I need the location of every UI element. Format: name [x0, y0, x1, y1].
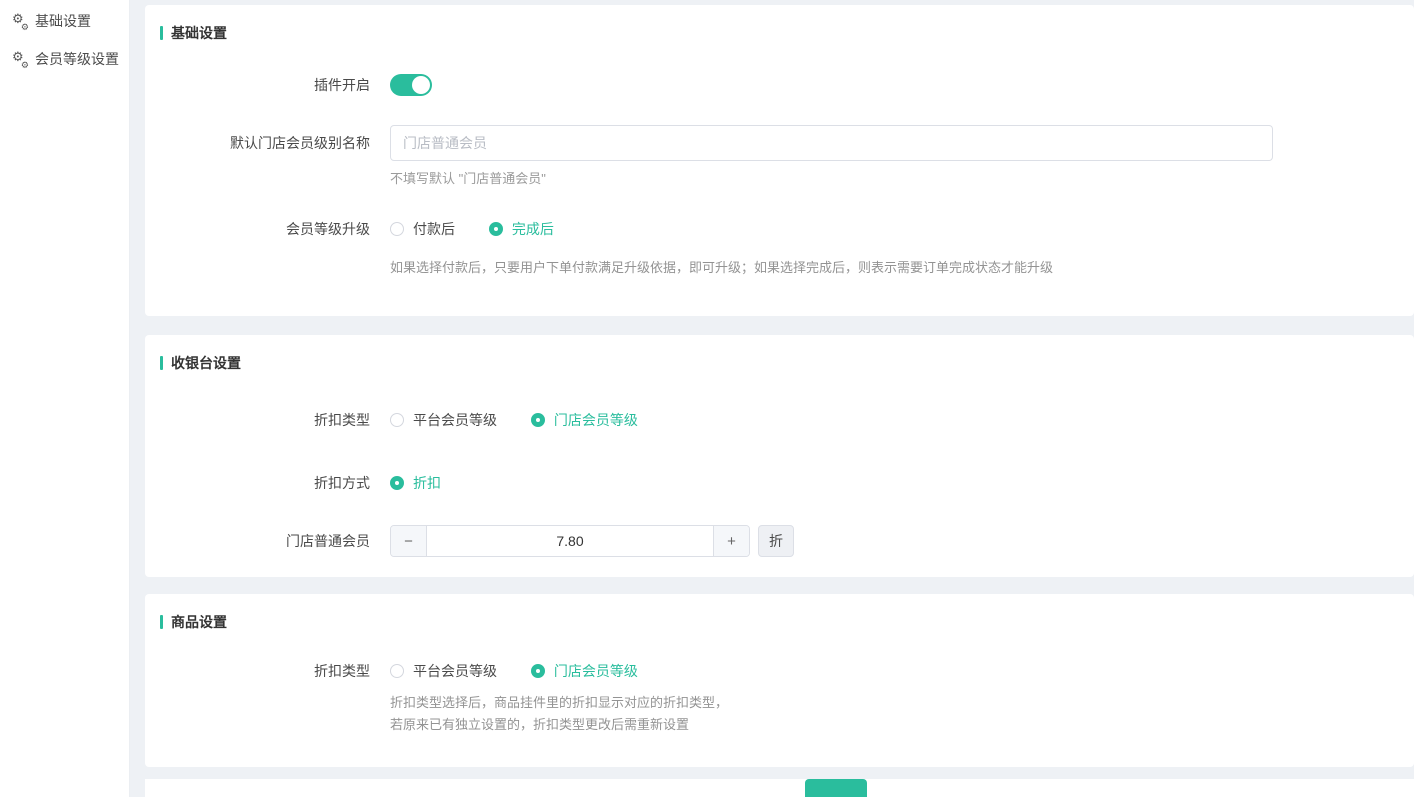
- default-level-name-input[interactable]: [390, 125, 1273, 161]
- stepper-increase-button[interactable]: +: [713, 526, 749, 556]
- section-title: 收银台设置: [171, 353, 241, 373]
- plugin-enable-row: 插件开启: [145, 74, 1414, 96]
- radio-after-completion[interactable]: 完成后: [489, 219, 554, 239]
- goods-discount-type-radio-group: 平台会员等级 门店会员等级: [390, 661, 668, 681]
- cashier-discount-mode-radio-group: 折扣: [390, 473, 471, 493]
- discount-stepper-group: − 7.80 + 折: [390, 525, 794, 557]
- radio-after-payment[interactable]: 付款后: [390, 219, 455, 239]
- discount-value-input[interactable]: 7.80: [427, 526, 713, 556]
- goods-discount-hints: 折扣类型选择后，商品挂件里的折扣显示对应的折扣类型， 若原来已有独立设置的，折扣…: [390, 692, 728, 736]
- default-level-name-label: 默认门店会员级别名称: [145, 125, 370, 161]
- member-upgrade-hint-row: 如果选择付款后，只要用户下单付款满足升级依据，即可升级；如果选择完成后，则表示需…: [145, 257, 1414, 279]
- discount-type-label: 折扣类型: [145, 660, 370, 682]
- section-header-basic: 基础设置: [145, 5, 1414, 43]
- radio-label: 门店会员等级: [554, 661, 638, 681]
- goods-discount-hint-line2: 若原来已有独立设置的，折扣类型更改后需重新设置: [390, 714, 728, 736]
- store-member-discount-row: 门店普通会员 − 7.80 + 折: [145, 525, 1414, 557]
- radio-circle-icon: [531, 664, 545, 678]
- stepper-decrease-button[interactable]: −: [391, 526, 427, 556]
- default-level-name-row: 默认门店会员级别名称 不填写默认 "门店普通会员": [145, 125, 1414, 187]
- radio-discount[interactable]: 折扣: [390, 473, 441, 493]
- save-button[interactable]: [805, 779, 867, 797]
- store-member-discount-label: 门店普通会员: [145, 525, 370, 557]
- cogs-icon: [12, 13, 29, 29]
- goods-discount-hint-row: 折扣类型选择后，商品挂件里的折扣显示对应的折扣类型， 若原来已有独立设置的，折扣…: [145, 692, 1414, 736]
- sidebar-item-member-level-settings[interactable]: 会员等级设置: [0, 48, 129, 70]
- section-title: 基础设置: [171, 23, 227, 43]
- radio-store-member-level[interactable]: 门店会员等级: [531, 410, 638, 430]
- goods-discount-hint-line1: 折扣类型选择后，商品挂件里的折扣显示对应的折扣类型，: [390, 692, 728, 714]
- radio-platform-member-level[interactable]: 平台会员等级: [390, 410, 497, 430]
- section-title: 商品设置: [171, 612, 227, 632]
- radio-platform-member-level[interactable]: 平台会员等级: [390, 661, 497, 681]
- discount-number-stepper: − 7.80 +: [390, 525, 750, 557]
- radio-label: 完成后: [512, 219, 554, 239]
- cogs-icon: [12, 51, 29, 67]
- cashier-discount-type-row: 折扣类型 平台会员等级 门店会员等级: [145, 409, 1414, 431]
- plugin-enable-label: 插件开启: [145, 74, 370, 96]
- section-header-goods: 商品设置: [145, 594, 1414, 632]
- section-accent-bar: [160, 26, 163, 40]
- settings-sidebar: 基础设置 会员等级设置: [0, 0, 130, 797]
- discount-mode-label: 折扣方式: [145, 472, 370, 494]
- member-upgrade-label: 会员等级升级: [145, 218, 370, 240]
- radio-store-member-level[interactable]: 门店会员等级: [531, 661, 638, 681]
- goods-discount-type-row: 折扣类型 平台会员等级 门店会员等级: [145, 660, 1414, 682]
- goods-settings-card: 商品设置 折扣类型 平台会员等级 门店会员等级 折扣类型选择后，商品挂件里的折扣…: [145, 594, 1414, 767]
- radio-label: 付款后: [413, 219, 455, 239]
- cashier-settings-card: 收银台设置 折扣类型 平台会员等级 门店会员等级 折扣方式 折扣: [145, 335, 1414, 577]
- default-level-name-hint: 不填写默认 "门店普通会员": [390, 168, 1273, 187]
- radio-label: 门店会员等级: [554, 410, 638, 430]
- radio-label: 平台会员等级: [413, 661, 497, 681]
- sidebar-item-basic-settings[interactable]: 基础设置: [0, 10, 129, 32]
- member-upgrade-row: 会员等级升级 付款后 完成后: [145, 218, 1414, 240]
- member-upgrade-radio-group: 付款后 完成后: [390, 219, 584, 239]
- cashier-discount-mode-row: 折扣方式 折扣: [145, 472, 1414, 494]
- radio-circle-icon: [390, 222, 404, 236]
- sidebar-item-label: 会员等级设置: [35, 49, 119, 69]
- sidebar-item-label: 基础设置: [35, 11, 91, 31]
- radio-circle-icon: [390, 664, 404, 678]
- basic-settings-card: 基础设置 插件开启 默认门店会员级别名称 不填写默认 "门店普通会员" 会员等级…: [145, 5, 1414, 316]
- cashier-discount-type-radio-group: 平台会员等级 门店会员等级: [390, 410, 668, 430]
- discount-type-label: 折扣类型: [145, 409, 370, 431]
- section-accent-bar: [160, 615, 163, 629]
- radio-circle-icon: [531, 413, 545, 427]
- discount-unit-button[interactable]: 折: [758, 525, 794, 557]
- radio-circle-icon: [489, 222, 503, 236]
- radio-circle-icon: [390, 413, 404, 427]
- section-header-cashier: 收银台设置: [145, 335, 1414, 373]
- minus-icon: −: [404, 533, 413, 550]
- default-level-name-field-group: 不填写默认 "门店普通会员": [390, 125, 1273, 187]
- radio-circle-icon: [390, 476, 404, 490]
- radio-label: 平台会员等级: [413, 410, 497, 430]
- member-upgrade-hint: 如果选择付款后，只要用户下单付款满足升级依据，即可升级；如果选择完成后，则表示需…: [390, 257, 1053, 279]
- radio-label: 折扣: [413, 473, 441, 493]
- settings-main: 基础设置 插件开启 默认门店会员级别名称 不填写默认 "门店普通会员" 会员等级…: [145, 0, 1414, 797]
- plugin-enable-toggle[interactable]: [390, 74, 432, 96]
- footer-bar: [145, 779, 1414, 797]
- section-accent-bar: [160, 356, 163, 370]
- plus-icon: +: [727, 533, 736, 550]
